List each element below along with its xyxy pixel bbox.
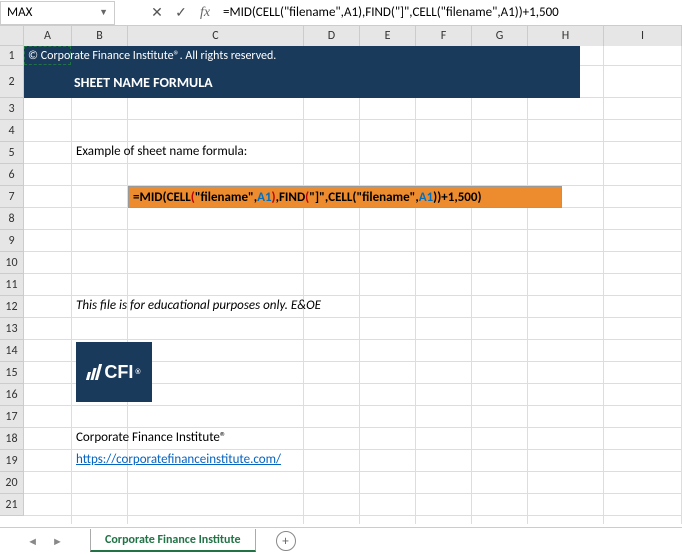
sheet-tab-active[interactable]: Corporate Finance Institute (90, 529, 256, 552)
add-sheet-button[interactable]: + (276, 531, 296, 551)
col-header-g[interactable]: G (472, 26, 528, 46)
row-header-2[interactable]: 2 (0, 66, 24, 98)
row-header-9[interactable]: 9 (0, 230, 24, 252)
tab-nav-next-icon[interactable]: ► (52, 535, 63, 548)
spreadsheet-grid[interactable]: ABCDEFGHI 123456789101112131415161718192… (0, 26, 682, 526)
sheet-tab-bar: ◄ ► Corporate Finance Institute + (0, 527, 682, 554)
tab-nav-prev-icon[interactable]: ◄ (27, 535, 38, 548)
name-box-value: MAX (7, 5, 32, 20)
accept-icon[interactable]: ✓ (169, 1, 193, 25)
row-header-15[interactable]: 15 (0, 362, 24, 384)
formula-bar-input[interactable]: =MID(CELL("filename",A1),FIND("]",CELL("… (217, 1, 682, 25)
company-name: Corporate Finance Institute® (76, 430, 227, 445)
formula-display-cell[interactable]: =MID(CELL("filename",A1),FIND("]",CELL("… (128, 186, 562, 208)
col-header-d[interactable]: D (304, 26, 360, 46)
col-header-e[interactable]: E (360, 26, 416, 46)
col-header-b[interactable]: B (72, 26, 128, 46)
fx-icon[interactable]: fx (193, 1, 217, 25)
chevron-down-icon[interactable]: ▼ (99, 7, 108, 18)
cancel-icon[interactable]: ✕ (145, 1, 169, 25)
row-header-11[interactable]: 11 (0, 274, 24, 296)
banner-title: SHEET NAME FORMULA (24, 66, 580, 98)
select-all-corner[interactable] (0, 26, 24, 46)
col-header-c[interactable]: C (128, 26, 304, 46)
row-header-13[interactable]: 13 (0, 318, 24, 340)
row-header-6[interactable]: 6 (0, 164, 24, 186)
banner-copyright: © Corporate Finance Institute®. All righ… (24, 46, 580, 66)
row-header-3[interactable]: 3 (0, 98, 24, 120)
name-box[interactable]: MAX ▼ (0, 1, 115, 25)
row-header-12[interactable]: 12 (0, 296, 24, 318)
company-url-link[interactable]: https://corporatefinanceinstitute.com/ (76, 452, 281, 467)
cfi-logo: CFI® (76, 342, 152, 402)
col-header-h[interactable]: H (528, 26, 604, 46)
disclaimer-text: This file is for educational purposes on… (76, 298, 321, 313)
row-header-21[interactable]: 21 (0, 494, 24, 516)
row-header-19[interactable]: 19 (0, 450, 24, 472)
row-header-10[interactable]: 10 (0, 252, 24, 274)
row-header-20[interactable]: 20 (0, 472, 24, 494)
col-header-a[interactable]: A (24, 26, 72, 46)
row-header-17[interactable]: 17 (0, 406, 24, 428)
col-header-i[interactable]: I (604, 26, 682, 46)
col-header-f[interactable]: F (416, 26, 472, 46)
row-header-18[interactable]: 18 (0, 428, 24, 450)
row-header-14[interactable]: 14 (0, 340, 24, 362)
row-header-5[interactable]: 5 (0, 142, 24, 164)
logo-bars-icon (87, 364, 100, 380)
row-header-7[interactable]: 7 (0, 186, 24, 208)
example-label: Example of sheet name formula: (76, 144, 247, 159)
row-header-8[interactable]: 8 (0, 208, 24, 230)
row-header-4[interactable]: 4 (0, 120, 24, 142)
row-header-1[interactable]: 1 (0, 46, 24, 66)
row-header-16[interactable]: 16 (0, 384, 24, 406)
